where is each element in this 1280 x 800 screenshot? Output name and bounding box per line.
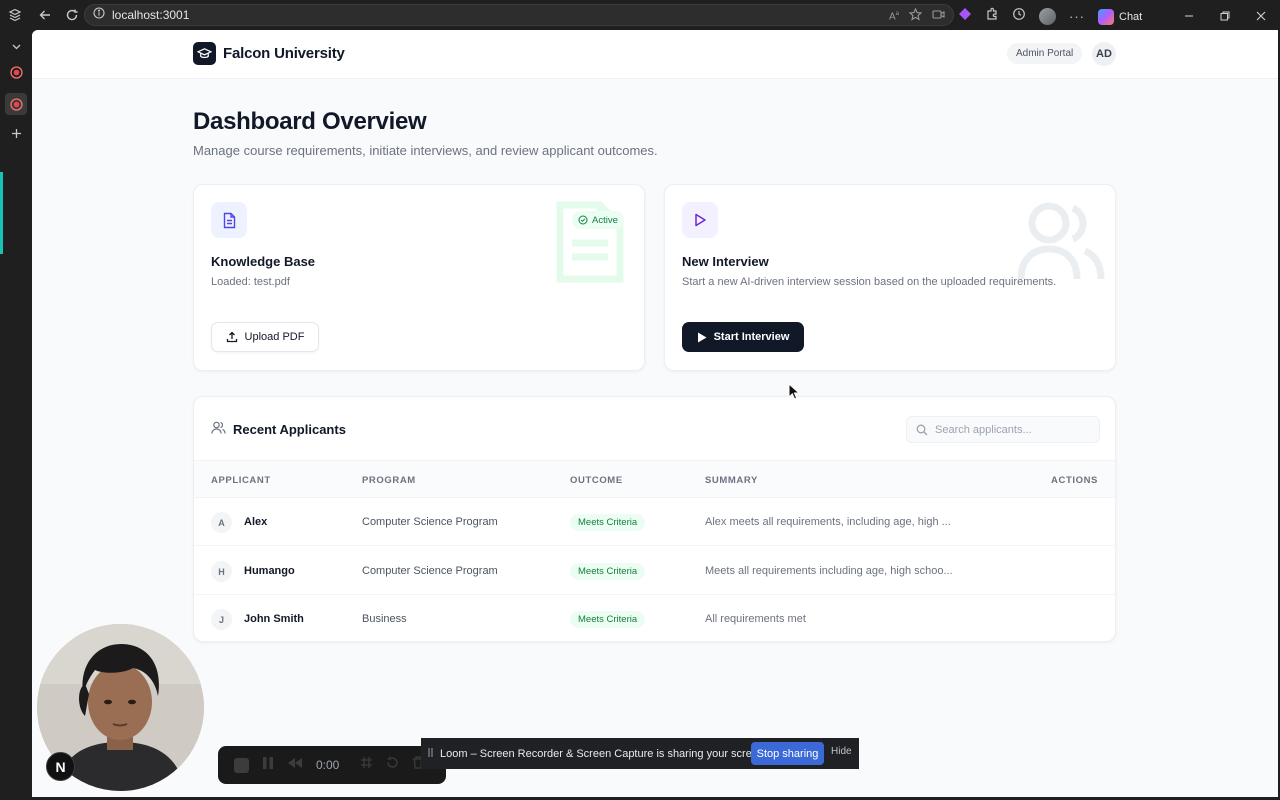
workspaces-icon[interactable] [7,7,23,23]
column-header-actions: ACTIONS [1051,475,1098,486]
column-header-summary: SUMMARY [705,475,758,486]
outcome-badge: Meets Criteria [570,611,646,628]
hide-sharing-bar-button[interactable]: Hide [831,746,852,757]
active-badge-label: Active [592,214,618,226]
pause-icon[interactable] [262,756,274,775]
applicant-program: Computer Science Program [362,565,498,577]
copilot-chat-button[interactable]: Chat [1098,8,1143,25]
applicant-name: John Smith [244,613,304,625]
history-icon[interactable] [1012,7,1026,26]
play-filled-icon [697,332,707,342]
extension-diamond-icon[interactable] [958,7,972,26]
start-interview-label: Start Interview [713,331,790,343]
recording-controls: 0:00 [218,746,446,784]
search-icon [916,424,928,435]
upload-pdf-label: Upload PDF [244,331,305,343]
new-interview-card: New Interview Start a new AI-driven inte… [664,184,1116,371]
applicant-initial-avatar: J [211,609,232,630]
app-badge-icon[interactable]: N [46,752,75,781]
table-header: APPLICANT PROGRAM OUTCOME SUMMARY ACTION… [194,460,1115,498]
new-interview-description: Start a new AI-driven interview session … [682,276,1057,288]
applicant-summary: Meets all requirements including age, hi… [705,565,953,577]
applicant-summary: All requirements met [705,613,806,625]
page-title: Dashboard Overview [193,108,427,135]
extensions-puzzle-icon[interactable] [985,7,999,26]
browser-toolbar: localhost:3001 Aa ··· Chat [0,0,1280,30]
read-aloud-icon[interactable]: Aa [889,11,899,22]
reload-icon[interactable] [64,7,80,23]
upload-icon [226,331,237,343]
vertical-tabs-sidebar [0,30,32,800]
table-row[interactable]: J John Smith Business Meets Criteria All… [194,595,1115,643]
video-icon[interactable] [932,8,945,26]
applicant-name: Humango [244,565,295,577]
rewind-icon[interactable] [287,756,303,774]
restore-icon[interactable] [1220,8,1230,26]
search-applicants-input[interactable] [935,423,1095,436]
applicant-initial-avatar: H [211,561,232,582]
restart-icon[interactable] [386,756,399,774]
check-circle-icon [578,215,588,225]
app-header: Falcon University Admin Portal AD [32,30,1278,79]
drag-handle-icon[interactable] [428,745,433,763]
page-subtitle: Manage course requirements, initiate int… [193,143,658,158]
back-arrow-icon[interactable] [37,7,53,23]
table-row[interactable]: H Humango Computer Science Program Meets… [194,547,1115,595]
new-interview-title: New Interview [682,254,769,269]
upload-pdf-button[interactable]: Upload PDF [211,322,319,352]
start-interview-button[interactable]: Start Interview [682,322,804,352]
admin-portal-badge: Admin Portal [1007,43,1083,64]
applicant-program: Business [362,613,407,625]
applicant-summary: Alex meets all requirements, including a… [705,516,951,528]
applicant-initial-avatar: A [211,512,232,533]
user-avatar[interactable]: AD [1092,42,1116,66]
applicant-name: Alex [244,516,268,528]
sidebar-accent-bar [0,172,3,254]
search-box [906,416,1100,443]
play-icon [682,202,718,238]
url-text[interactable]: localhost:3001 [112,8,189,22]
new-tab-plus-icon[interactable] [7,124,25,142]
recent-applicants-title: Recent Applicants [233,422,346,437]
applicant-program: Computer Science Program [362,516,498,528]
favorite-star-icon[interactable] [908,7,923,26]
knowledge-base-title: Knowledge Base [211,254,316,269]
address-bar[interactable]: localhost:3001 Aa [84,4,954,26]
stop-recording-button[interactable] [234,757,249,773]
sharing-message: Loom – Screen Recorder & Screen Capture … [440,747,768,760]
grid-icon[interactable] [360,756,373,774]
table-row[interactable]: A Alex Computer Science Program Meets Cr… [194,498,1115,546]
graduation-cap-logo-icon[interactable] [193,42,216,65]
column-header-outcome: OUTCOME [570,475,623,486]
knowledge-base-card: Active Knowledge Base Loaded: test.pdf U… [193,184,645,371]
document-icon [211,202,247,238]
outcome-badge: Meets Criteria [570,514,646,531]
column-header-program: PROGRAM [362,475,416,486]
more-options-icon[interactable]: ··· [1069,9,1085,24]
close-window-icon[interactable] [1256,8,1266,26]
info-icon[interactable] [93,6,105,24]
mouse-cursor-icon [788,383,800,400]
tab-recording-icon[interactable] [7,63,25,81]
tab-recording-active-icon[interactable] [5,93,27,115]
recording-timer: 0:00 [316,758,340,772]
recent-applicants-card: Recent Applicants APPLICANT PROGRAM OUTC… [193,396,1116,642]
column-header-applicant: APPLICANT [211,475,271,486]
minimize-icon[interactable] [1184,8,1194,26]
profile-avatar[interactable] [1039,8,1056,25]
copilot-icon [1098,8,1114,25]
outcome-badge: Meets Criteria [570,563,646,580]
chat-label: Chat [1119,10,1143,23]
screen-sharing-bar: Loom – Screen Recorder & Screen Capture … [421,738,859,769]
users-icon [211,421,226,440]
knowledge-base-status: Loaded: test.pdf [211,276,290,288]
page-viewport: Falcon University Admin Portal AD Dashbo… [32,30,1278,797]
chevron-down-icon[interactable] [7,37,25,55]
brand-name[interactable]: Falcon University [223,45,345,62]
stop-sharing-button[interactable]: Stop sharing [751,742,824,765]
active-status-badge: Active [572,211,624,229]
